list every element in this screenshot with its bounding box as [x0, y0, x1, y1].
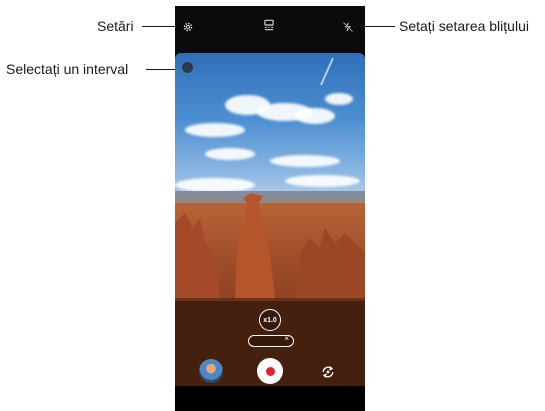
record-dot	[265, 366, 275, 376]
camera-bottom-bar	[175, 386, 365, 411]
switch-camera-icon[interactable]	[319, 363, 337, 381]
gear-icon[interactable]	[180, 19, 196, 35]
leader-settings	[142, 26, 178, 28]
callout-flash: Setați setarea blițului	[399, 18, 529, 34]
phone-screen: x1.0 ×	[175, 6, 365, 411]
zoom-button[interactable]: x1.0	[259, 309, 281, 331]
focus-indicator	[182, 62, 193, 73]
pill-close-icon[interactable]: ×	[284, 334, 289, 343]
record-button[interactable]	[257, 358, 283, 384]
zoom-label: x1.0	[263, 316, 277, 324]
callout-select-range: Selectați un interval	[6, 61, 129, 77]
camera-viewfinder[interactable]: x1.0 ×	[175, 53, 365, 386]
aspect-ratio-icon[interactable]	[261, 17, 277, 33]
mode-pill[interactable]: ×	[248, 334, 294, 347]
camera-top-bar	[175, 6, 365, 52]
flash-off-icon[interactable]	[340, 19, 356, 35]
gallery-thumbnail[interactable]	[199, 359, 223, 383]
callout-settings: Setări	[97, 18, 134, 34]
